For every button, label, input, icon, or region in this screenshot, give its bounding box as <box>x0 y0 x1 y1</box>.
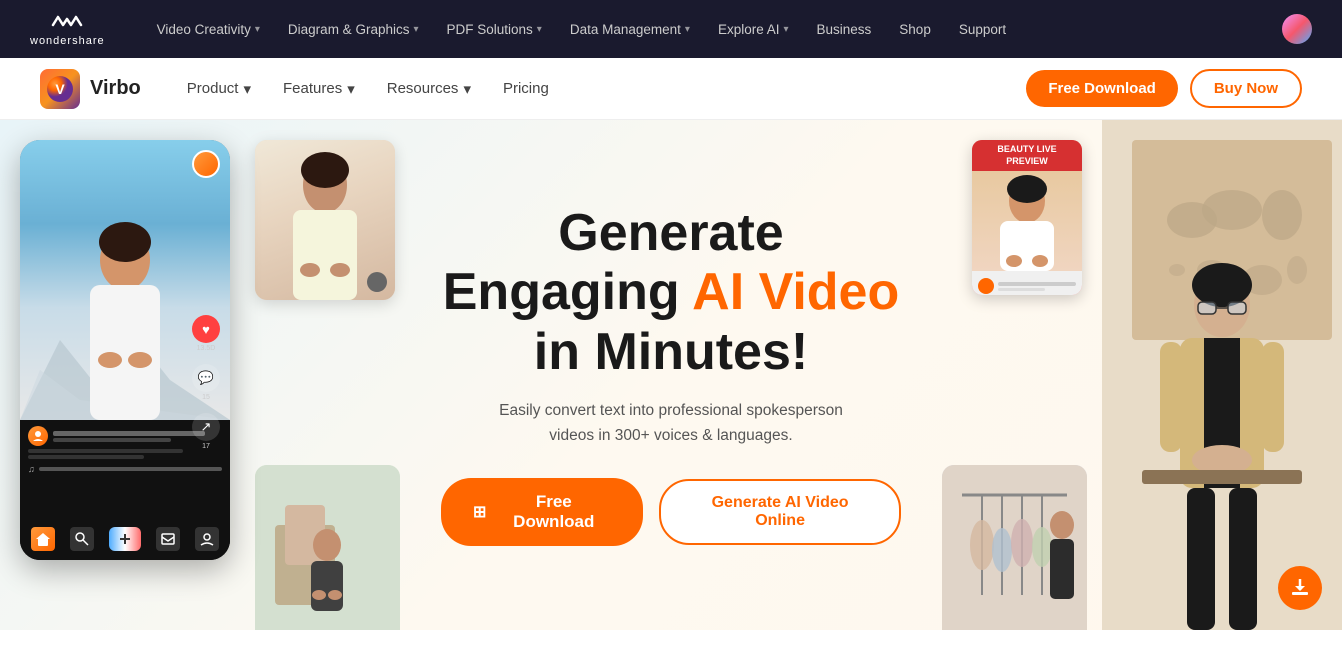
phone-mockup: ♫ ♥ 13.5D 💬 15 ↗ 17 <box>20 140 230 560</box>
phone-search-icon <box>70 527 94 551</box>
sub-nav-items: Product ▾ Features ▾ Resources ▾ Pricing <box>171 72 1027 106</box>
phone-bottom-bar <box>20 518 230 560</box>
share-stat: ↗ 17 <box>192 413 220 450</box>
top-nav-item-explore-ai[interactable]: Explore AI ▾ <box>706 16 801 43</box>
top-nav-right <box>1282 14 1312 44</box>
hero-title: Generate Engaging AI Video in Minutes! <box>441 204 901 383</box>
small-hero-image-topleft <box>255 140 395 300</box>
virbo-logo-icon: V <box>40 69 80 109</box>
beauty-card-header: BEAUTY LIVE PREVIEW <box>972 140 1082 171</box>
hero-buttons: ⊞ Free Download Generate AI Video Online <box>441 478 901 546</box>
phone-profile-icon <box>195 527 219 551</box>
virbo-sub-navigation: V Virbo Product ▾ Features ▾ Resources ▾… <box>0 58 1342 120</box>
hero-section: ♫ ♥ 13.5D 💬 15 ↗ 17 <box>0 120 1342 630</box>
top-nav-items: Video Creativity ▾ Diagram & Graphics ▾ … <box>145 16 1282 43</box>
top-navigation: wondershare Video Creativity ▾ Diagram &… <box>0 0 1342 58</box>
chevron-down-icon: ▾ <box>463 80 471 98</box>
sub-nav-free-download-button[interactable]: Free Download <box>1026 70 1178 107</box>
phone-home-icon <box>31 527 55 551</box>
beauty-card-body <box>972 171 1082 271</box>
hero-subtitle: Easily convert text into professional sp… <box>441 399 901 449</box>
top-nav-item-business[interactable]: Business <box>805 16 884 43</box>
bottom-right-hero-image <box>942 465 1087 630</box>
top-nav-item-diagram-graphics[interactable]: Diagram & Graphics ▾ <box>276 16 431 43</box>
top-nav-item-shop[interactable]: Shop <box>887 16 943 43</box>
phone-inner: ♫ ♥ 13.5D 💬 15 ↗ 17 <box>20 140 230 560</box>
floating-download-badge[interactable] <box>1278 566 1322 610</box>
hero-center-content: Generate Engaging AI Video in Minutes! E… <box>421 184 921 567</box>
chevron-down-icon: ▾ <box>243 80 251 98</box>
right-person-card <box>1102 120 1342 630</box>
wondershare-logo[interactable]: wondershare <box>30 11 105 47</box>
comment-stat: 💬 15 <box>192 364 220 401</box>
user-avatar[interactable] <box>1282 14 1312 44</box>
chevron-down-icon: ▾ <box>783 24 788 35</box>
beauty-live-preview-card: BEAUTY LIVE PREVIEW <box>972 140 1082 295</box>
share-icon: ↗ <box>192 413 220 441</box>
sub-nav-product[interactable]: Product ▾ <box>171 72 267 106</box>
sub-nav-pricing[interactable]: Pricing <box>487 72 565 105</box>
download-icon <box>1289 577 1311 599</box>
top-nav-item-video-creativity[interactable]: Video Creativity ▾ <box>145 16 272 43</box>
like-stat: ♥ 13.5D <box>192 315 220 352</box>
chevron-down-icon: ▾ <box>413 24 418 35</box>
chevron-down-icon: ▾ <box>537 24 542 35</box>
virbo-brand[interactable]: V Virbo <box>40 69 141 109</box>
sub-nav-features[interactable]: Features ▾ <box>267 72 371 106</box>
chevron-down-icon: ▾ <box>347 80 355 98</box>
sub-nav-buy-now-button[interactable]: Buy Now <box>1190 69 1302 108</box>
sub-nav-resources[interactable]: Resources ▾ <box>371 72 487 106</box>
hero-free-download-button[interactable]: ⊞ Free Download <box>441 478 643 546</box>
phone-inbox-icon <box>156 527 180 551</box>
top-nav-item-pdf-solutions[interactable]: PDF Solutions ▾ <box>435 16 554 43</box>
phone-plus-icon <box>109 527 141 551</box>
virbo-brand-name: Virbo <box>90 77 141 100</box>
phone-stats: ♥ 13.5D 💬 15 ↗ 17 <box>192 315 220 450</box>
chevron-down-icon: ▾ <box>685 24 690 35</box>
top-nav-item-data-management[interactable]: Data Management ▾ <box>558 16 702 43</box>
hero-generate-online-button[interactable]: Generate AI Video Online <box>659 479 901 545</box>
chevron-down-icon: ▾ <box>255 24 260 35</box>
bottom-left-hero-image <box>255 465 400 630</box>
map-background <box>1102 120 1342 630</box>
logo-text: wondershare <box>30 35 105 47</box>
comment-icon: 💬 <box>192 364 220 392</box>
svg-text:V: V <box>55 81 65 97</box>
heart-icon: ♥ <box>192 315 220 343</box>
top-nav-item-support[interactable]: Support <box>947 16 1018 43</box>
windows-icon: ⊞ <box>473 502 486 522</box>
